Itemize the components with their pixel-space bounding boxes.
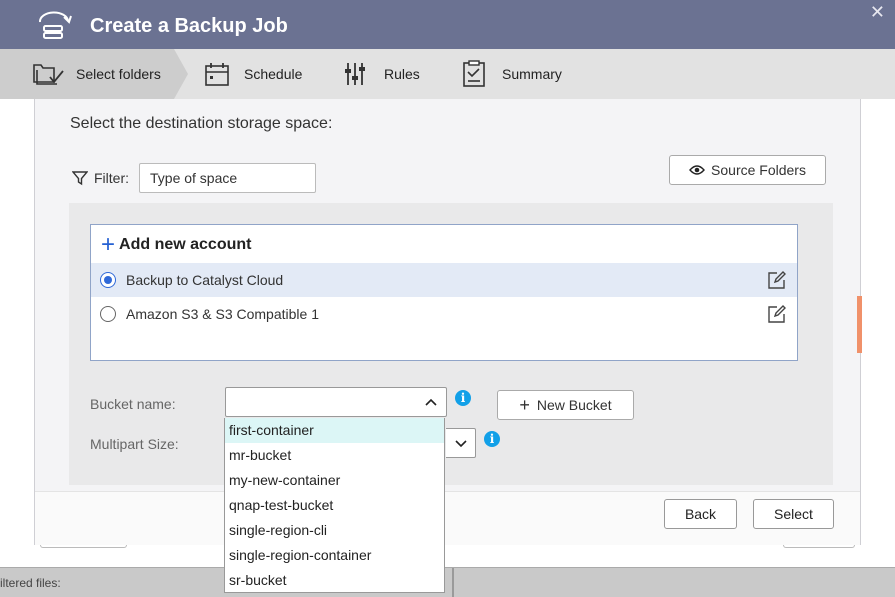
back-button[interactable]: Back [664,499,737,529]
step-label: Rules [384,66,420,82]
account-name: Backup to Catalyst Cloud [126,272,284,288]
filter-label: Filter: [94,170,129,186]
new-bucket-button[interactable]: + New Bucket [497,390,634,420]
destination-panel: + Add new account Backup to Catalyst Clo… [69,203,833,485]
bucket-dropdown-list: first-container mr-bucket my-new-contain… [224,418,445,593]
account-name: Amazon S3 & S3 Compatible 1 [126,306,319,322]
add-account-button[interactable]: + Add new account [101,231,252,258]
sliders-icon [345,63,365,85]
source-folders-button[interactable]: Source Folders [669,155,826,185]
info-icon[interactable]: i [484,431,500,447]
bucket-option[interactable]: mr-bucket [225,443,444,468]
bucket-option[interactable]: sr-bucket [225,568,444,593]
multipart-size-label: Multipart Size: [90,436,179,452]
status-divider [452,568,454,597]
filtered-files-label: iltered files: [0,576,61,590]
dialog-body: Select the destination storage space: Fi… [34,99,861,545]
wizard-steps: Select folders Schedule Rules Summary [0,49,895,99]
clipboard-icon [463,60,485,87]
destination-prompt: Select the destination storage space: [70,115,333,132]
background-status-bar: iltered files: [0,567,895,597]
close-icon[interactable]: ✕ [870,2,885,23]
step-label: Summary [502,66,562,82]
folder-check-icon [33,64,64,85]
select-button[interactable]: Select [753,499,834,529]
calendar-icon [205,63,229,86]
account-list: + Add new account Backup to Catalyst Clo… [90,224,798,361]
new-bucket-label: New Bucket [536,397,612,413]
plus-icon: + [519,395,530,415]
eye-icon [689,165,705,175]
dialog-header: Create a Backup Job ✕ [0,0,895,49]
bucket-option[interactable]: my-new-container [225,468,444,493]
account-row[interactable]: Amazon S3 & S3 Compatible 1 [91,297,797,331]
bucket-option[interactable]: qnap-test-bucket [225,493,444,518]
dialog-footer: Back Select [35,491,860,545]
account-radio[interactable] [100,272,116,288]
chevron-down-icon [455,440,467,448]
info-icon[interactable]: i [455,390,471,406]
step-schedule[interactable]: Schedule [204,49,302,99]
chevron-up-icon [425,398,437,406]
edit-icon[interactable] [767,304,787,324]
scroll-indicator[interactable] [857,296,862,353]
bucket-name-label: Bucket name: [90,396,176,412]
add-account-label: Add new account [119,236,252,253]
account-radio[interactable] [100,306,116,322]
step-select-folders[interactable]: Select folders [32,49,161,99]
bucket-option[interactable]: single-region-cli [225,518,444,543]
step-label: Select folders [76,66,161,82]
dialog-title: Create a Backup Job [90,15,288,37]
multipart-size-select[interactable] [446,428,476,458]
edit-icon[interactable] [767,270,787,290]
bucket-option[interactable]: single-region-container [225,543,444,568]
backup-job-icon [39,11,72,39]
bucket-name-select[interactable] [225,387,447,417]
plus-icon: + [101,231,116,258]
step-label: Schedule [244,66,303,82]
step-rules[interactable]: Rules [344,49,420,99]
source-folders-label: Source Folders [711,162,806,178]
bucket-option[interactable]: first-container [225,418,444,443]
account-row[interactable]: Backup to Catalyst Cloud [91,263,797,297]
filter-icon [72,171,88,186]
step-summary[interactable]: Summary [462,49,562,99]
filter-input[interactable] [139,163,316,193]
